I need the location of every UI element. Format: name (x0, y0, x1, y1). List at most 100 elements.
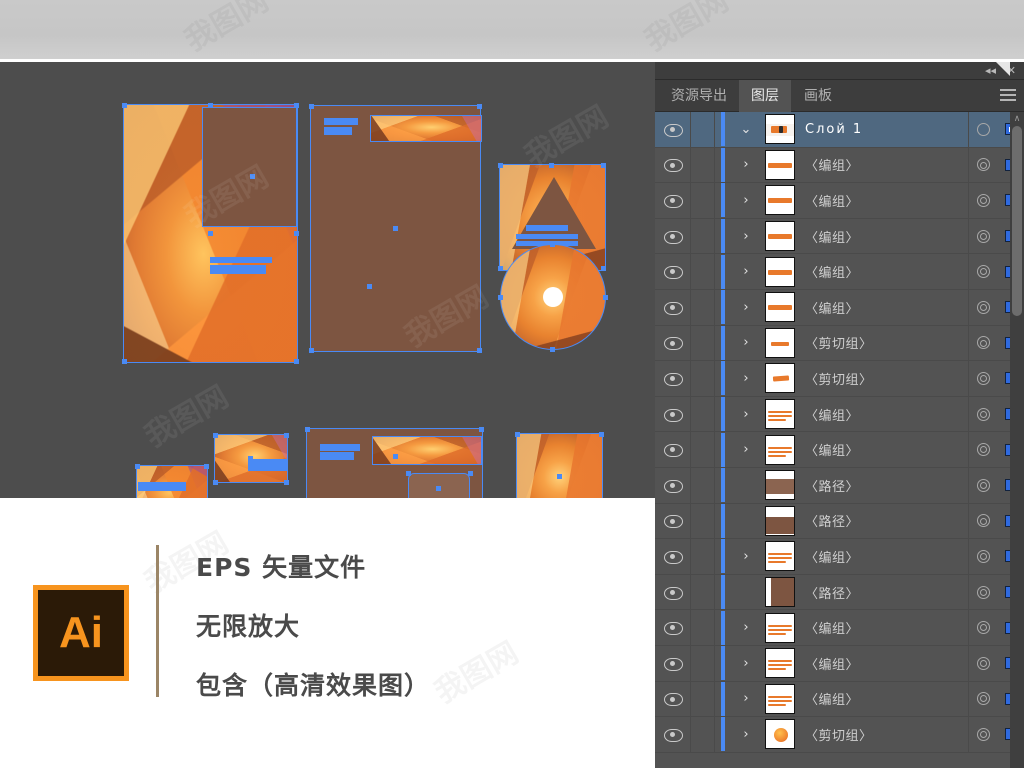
layers-list[interactable]: ⌄ Слой 1 › 〈编组〉 › 〈编组〉 › 〈编组〉 › 〈编组〉 › 〈编组〉 › 〈剪切组〉 › 〈… (655, 112, 1024, 768)
layer-row[interactable]: 〈路径〉 (655, 467, 1024, 504)
layer-expand-toggle[interactable]: › (731, 290, 761, 325)
selection-handle[interactable] (599, 432, 604, 437)
selection-handle[interactable] (479, 427, 484, 432)
layer-expand-toggle[interactable]: › (731, 183, 761, 218)
layer-visibility-toggle[interactable] (655, 467, 691, 503)
illustrator-canvas[interactable]: 我图网 我图网 我图网 我图网 (0, 62, 655, 498)
layer-target-toggle[interactable] (968, 218, 998, 254)
selection-handle[interactable] (498, 295, 503, 300)
layer-visibility-toggle[interactable] (655, 254, 691, 289)
layer-visibility-toggle[interactable] (655, 610, 691, 645)
layer-expand-toggle[interactable]: › (731, 610, 761, 645)
layer-expand-toggle[interactable]: › (731, 254, 761, 289)
selection-anchor[interactable] (436, 486, 441, 491)
layer-visibility-toggle[interactable] (655, 503, 691, 539)
layer-lock-toggle[interactable] (691, 467, 715, 503)
selection-handle[interactable] (284, 480, 289, 485)
selection-handle[interactable] (294, 359, 299, 364)
selection-handle[interactable] (135, 464, 140, 469)
layer-lock-toggle[interactable] (691, 396, 715, 432)
layer-visibility-toggle[interactable] (655, 681, 691, 717)
selection-handle[interactable] (284, 433, 289, 438)
layer-expand-toggle[interactable]: › (731, 219, 761, 254)
selection-handle[interactable] (601, 266, 606, 271)
layers-scrollbar[interactable]: ∧ (1010, 112, 1024, 768)
layer-row[interactable]: › 〈编组〉 (655, 681, 1024, 718)
layer-row[interactable]: › 〈编组〉 (655, 254, 1024, 290)
selection-handle[interactable] (468, 471, 473, 476)
layer-lock-toggle[interactable] (691, 610, 715, 645)
layer-lock-toggle[interactable] (691, 539, 715, 574)
layer-target-toggle[interactable] (968, 147, 998, 183)
selection-handle[interactable] (498, 266, 503, 271)
artwork-poster-inner-panel[interactable] (202, 107, 297, 227)
layer-row[interactable]: › 〈编组〉 (655, 396, 1024, 433)
layer-target-toggle[interactable] (968, 467, 998, 503)
layer-target-toggle[interactable] (968, 574, 998, 610)
layer-visibility-toggle[interactable] (655, 361, 691, 396)
selection-handle[interactable] (204, 464, 209, 469)
layer-visibility-toggle[interactable] (655, 432, 691, 467)
layer-row[interactable]: ⌄ Слой 1 (655, 112, 1024, 148)
selection-anchor[interactable] (557, 474, 562, 479)
artwork-envelope-strip[interactable] (372, 436, 482, 465)
selection-handle[interactable] (122, 103, 127, 108)
selection-handle[interactable] (603, 295, 608, 300)
selection-handle[interactable] (213, 480, 218, 485)
layer-expand-toggle[interactable]: › (731, 148, 761, 183)
selection-handle[interactable] (549, 163, 554, 168)
layer-visibility-toggle[interactable] (655, 717, 691, 752)
artwork-image-strip[interactable] (370, 115, 482, 142)
selection-handle[interactable] (498, 163, 503, 168)
selection-handle[interactable] (208, 103, 213, 108)
layer-visibility-toggle[interactable] (655, 539, 691, 574)
layer-lock-toggle[interactable] (691, 681, 715, 717)
layer-target-toggle[interactable] (968, 325, 998, 361)
layer-expand-toggle[interactable]: › (731, 539, 761, 574)
layer-expand-toggle[interactable]: › (731, 682, 761, 717)
selection-anchor[interactable] (367, 284, 372, 289)
layer-target-toggle[interactable] (968, 717, 998, 752)
layer-row[interactable]: › 〈编组〉 (655, 289, 1024, 326)
layer-row[interactable]: 〈路径〉 (655, 574, 1024, 611)
layer-lock-toggle[interactable] (691, 112, 715, 147)
layer-visibility-toggle[interactable] (655, 147, 691, 183)
layer-row[interactable]: › 〈编组〉 (655, 539, 1024, 575)
layer-lock-toggle[interactable] (691, 325, 715, 361)
layer-expand-toggle[interactable]: › (731, 646, 761, 681)
selection-handle[interactable] (550, 242, 555, 247)
layer-target-toggle[interactable] (968, 112, 998, 147)
layer-lock-toggle[interactable] (691, 361, 715, 396)
layer-lock-toggle[interactable] (691, 218, 715, 254)
selection-anchor[interactable] (248, 456, 253, 461)
layer-lock-toggle[interactable] (691, 432, 715, 467)
selection-anchor[interactable] (250, 174, 255, 179)
layer-visibility-toggle[interactable] (655, 112, 691, 147)
selection-handle[interactable] (601, 163, 606, 168)
selection-handle[interactable] (122, 359, 127, 364)
layers-panel[interactable]: ◂◂ ✕ 资源导出 图层 画板 ⌄ Слой 1 › 〈编组〉 › 〈编组〉 › 〈编组〉 › 〈… (655, 62, 1024, 768)
layer-row[interactable]: › 〈剪切组〉 (655, 361, 1024, 397)
selection-handle[interactable] (309, 104, 314, 109)
layer-expand-toggle[interactable]: ⌄ (731, 112, 761, 147)
selection-handle[interactable] (294, 231, 299, 236)
selection-handle[interactable] (208, 231, 213, 236)
selection-handle[interactable] (515, 432, 520, 437)
layer-target-toggle[interactable] (968, 396, 998, 432)
selection-handle[interactable] (406, 471, 411, 476)
selection-handle[interactable] (550, 347, 555, 352)
layer-target-toggle[interactable] (968, 503, 998, 539)
layer-row[interactable]: › 〈编组〉 (655, 183, 1024, 219)
layer-lock-toggle[interactable] (691, 183, 715, 218)
layer-visibility-toggle[interactable] (655, 218, 691, 254)
scrollbar-thumb[interactable] (1012, 126, 1022, 316)
layer-row[interactable]: › 〈编组〉 (655, 147, 1024, 184)
collapse-panel-icon[interactable]: ◂◂ (985, 65, 996, 77)
layer-visibility-toggle[interactable] (655, 289, 691, 325)
selection-handle[interactable] (213, 433, 218, 438)
layer-target-toggle[interactable] (968, 254, 998, 289)
layer-expand-toggle[interactable]: › (731, 397, 761, 432)
layer-lock-toggle[interactable] (691, 503, 715, 539)
selection-handle[interactable] (477, 348, 482, 353)
layer-row[interactable]: › 〈编组〉 (655, 218, 1024, 255)
